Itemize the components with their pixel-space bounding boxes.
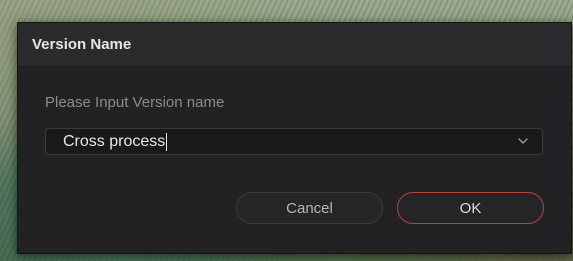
version-name-dialog: Version Name Please Input Version name C… bbox=[17, 22, 572, 254]
dialog-title: Version Name bbox=[32, 36, 132, 53]
dialog-titlebar: Version Name bbox=[18, 23, 571, 67]
chevron-down-icon[interactable] bbox=[517, 135, 529, 147]
version-name-prompt: Please Input Version name bbox=[45, 94, 225, 111]
version-name-combobox[interactable]: Cross process bbox=[45, 128, 543, 155]
version-name-value: Cross process bbox=[63, 132, 166, 150]
ok-button[interactable]: OK bbox=[397, 192, 544, 224]
text-cursor bbox=[166, 132, 168, 151]
cancel-button[interactable]: Cancel bbox=[236, 192, 383, 224]
